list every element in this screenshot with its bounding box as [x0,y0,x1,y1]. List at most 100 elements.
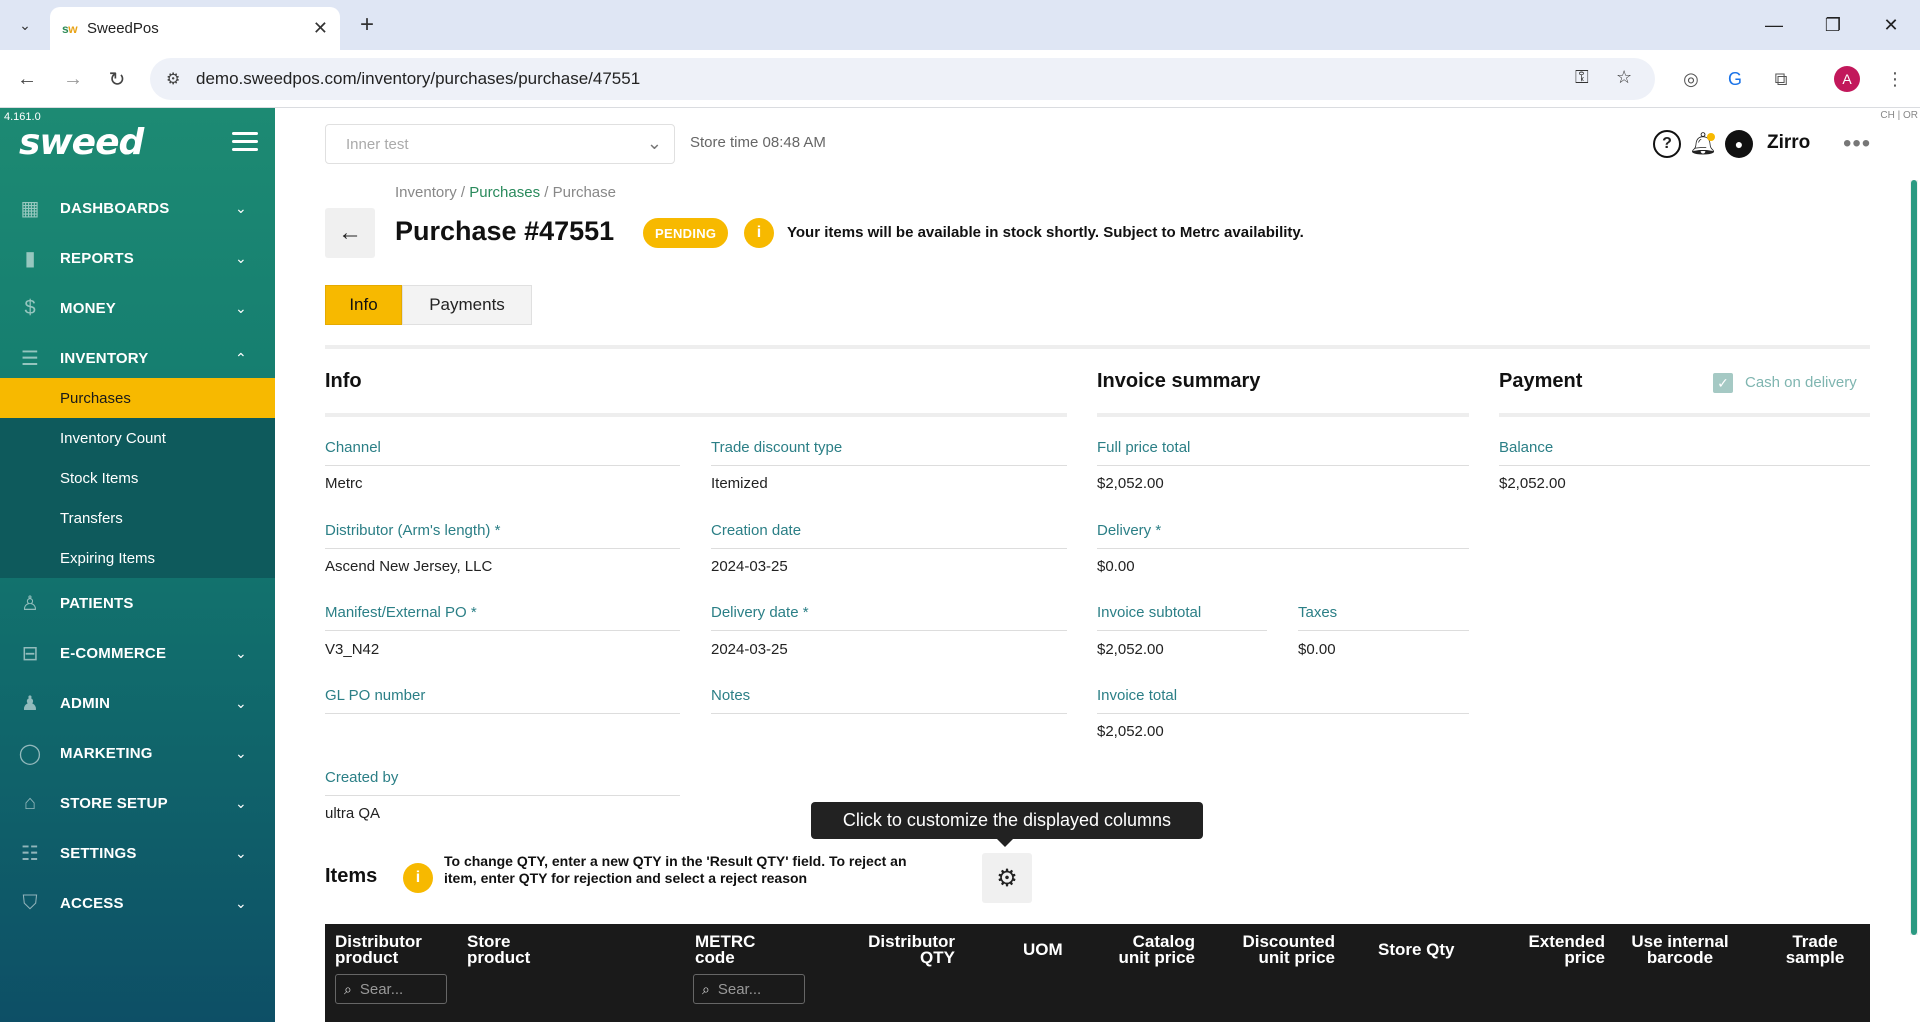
sidebar-subitem-inventory-count[interactable]: Inventory Count [0,418,275,458]
column-header-distributor-product[interactable]: Distributor product [335,933,422,966]
tab-info[interactable]: Info [325,285,402,325]
breadcrumb-inventory[interactable]: Inventory [395,184,457,201]
chevron-down-icon: ⌄ [235,199,247,216]
site-info-icon[interactable]: ⚙ [166,69,180,89]
sliders-icon: ☷ [21,842,39,865]
gl-po-label: GL PO number [325,687,426,704]
manifest-value[interactable]: V3_N42 [325,641,379,658]
store-select[interactable]: Inner test ⌄ [325,124,675,164]
tab-search-chevron-icon[interactable]: ⌄ [10,10,40,40]
main-content: Inventory / Purchases / Purchase ← Purch… [275,180,1920,1022]
sidebar-item-admin[interactable]: ♟ ADMIN ⌄ [0,678,275,728]
more-horizontal-icon[interactable]: ••• [1843,130,1871,158]
column-header-extended-price[interactable]: Extended price [1475,933,1605,966]
sidebar-item-store-setup[interactable]: ⌂ STORE SETUP ⌄ [0,778,275,828]
browser-tab[interactable]: sw SweedPos ✕ [50,7,340,50]
extensions-puzzle-icon[interactable]: ⧉ [1766,64,1796,94]
invoice-total-value: $2,052.00 [1097,723,1164,740]
info-icon: i [403,863,433,893]
chevron-down-icon: ⌄ [235,744,247,761]
info-section-divider [325,413,1067,417]
manifest-label: Manifest/External PO * [325,604,477,621]
sidebar-item-money[interactable]: $ MONEY ⌄ [0,283,275,333]
shopping-bag-icon: ⊟ [21,642,39,665]
customize-columns-button[interactable]: ⚙ [982,853,1032,903]
reload-icon[interactable]: ↻ [100,62,134,96]
column-header-store-product[interactable]: Store product [467,933,530,966]
menu-hamburger-icon[interactable] [232,132,258,152]
tab-divider [325,345,1870,349]
user-avatar-icon[interactable]: ● [1725,130,1753,158]
items-table-header: Distributor product Store product METRC cod… [325,924,1870,1022]
column-header-catalog-unit-price[interactable]: Catalog unit price [1065,933,1195,966]
distributor-product-search-input[interactable]: ⌕ Sear... [335,974,447,1004]
chevron-down-icon: ⌄ [235,644,247,661]
column-header-uom[interactable]: UOM [1023,941,1063,958]
sidebar-item-label: DASHBOARDS [60,199,170,217]
back-arrow-icon[interactable]: ← [10,62,44,96]
sidebar-subitem-stock-items[interactable]: Stock Items [0,458,275,498]
cash-on-delivery-checkbox[interactable]: ✓ [1713,373,1733,393]
bar-chart-icon: ▮ [24,247,36,270]
delivery-date-value[interactable]: 2024-03-25 [711,641,788,658]
sidebar-item-marketing[interactable]: ◯ MARKETING ⌄ [0,728,275,778]
inventory-submenu: Purchases Inventory Count Stock Items Tr… [0,378,275,578]
sidebar-item-label: MARKETING [60,744,153,762]
status-message: Your items will be available in stock sh… [787,224,1304,241]
column-header-discounted-unit-price[interactable]: Discounted unit price [1195,933,1335,966]
sidebar-item-access[interactable]: ⛉ ACCESS ⌄ [0,878,275,928]
sidebar-item-reports[interactable]: ▮ REPORTS ⌄ [0,233,275,283]
sidebar-item-settings[interactable]: ☷ SETTINGS ⌄ [0,828,275,878]
column-header-metrc-code[interactable]: METRC code [695,933,755,966]
new-tab-plus-icon[interactable]: + [352,10,382,40]
translate-icon[interactable]: G [1720,64,1750,94]
user-name[interactable]: Zirro [1767,132,1810,154]
scrollbar[interactable] [1910,180,1918,935]
taxes-value: $0.00 [1298,641,1336,658]
help-icon[interactable]: ? [1653,130,1681,158]
sidebar-item-label: E-COMMERCE [60,644,167,662]
password-key-icon[interactable]: ⚿ [1575,67,1589,88]
sidebar-subitem-expiring-items[interactable]: Expiring Items [0,538,275,578]
column-header-distributor-qty[interactable]: Distributor QTY [835,933,955,966]
delivery-value[interactable]: $0.00 [1097,558,1135,575]
notes-field[interactable] [711,713,1067,714]
sidebar-subitem-transfers[interactable]: Transfers [0,498,275,538]
minimize-icon[interactable]: — [1749,0,1799,50]
gl-po-field[interactable] [325,713,680,714]
balance-value: $2,052.00 [1499,475,1566,492]
column-header-use-internal-barcode[interactable]: Use internal barcode [1615,933,1745,966]
tooltip-arrow [997,839,1013,847]
breadcrumb-current: Purchase [552,184,616,201]
items-section-title: Items [325,865,378,887]
notification-dot [1707,133,1715,141]
chevron-down-icon: ⌄ [235,299,247,316]
sweed-logo[interactable]: sweed [19,122,144,163]
profile-avatar[interactable]: A [1834,66,1860,92]
column-header-store-qty[interactable]: Store Qty [1378,941,1455,958]
home-icon: ⌂ [23,791,37,814]
sidebar-item-patients[interactable]: ♙ PATIENTS [0,578,275,628]
sidebar-item-ecommerce[interactable]: ⊟ E-COMMERCE ⌄ [0,628,275,678]
tab-close-icon[interactable]: ✕ [313,18,328,39]
restore-icon[interactable]: ❐ [1808,0,1858,50]
address-bar[interactable]: ⚙ demo.sweedpos.com/inventory/purchases/… [150,58,1655,100]
info-icon: i [744,218,774,248]
metrc-code-search-input[interactable]: ⌕ Sear... [693,974,805,1004]
chevron-down-icon: ⌄ [235,794,247,811]
sidebar-item-inventory[interactable]: ☰ INVENTORY ⌃ [0,333,275,383]
sidebar-item-label: SETTINGS [60,844,137,862]
distributor-value[interactable]: Ascend New Jersey, LLC [325,558,492,575]
breadcrumb-purchases[interactable]: Purchases [469,184,540,201]
back-button[interactable]: ← [325,208,375,258]
column-header-trade-sample[interactable]: Trade sample [1765,933,1865,966]
extension-icon[interactable]: ◎ [1676,64,1706,94]
creation-date-value: 2024-03-25 [711,558,788,575]
bookmark-star-icon[interactable]: ☆ [1616,67,1632,88]
sidebar-item-dashboards[interactable]: ▦ DASHBOARDS ⌄ [0,183,275,233]
forward-arrow-icon[interactable]: → [56,62,90,96]
browser-menu-icon[interactable]: ⋮ [1880,64,1910,94]
tab-payments[interactable]: Payments [402,285,532,325]
sidebar-subitem-purchases[interactable]: Purchases [0,378,275,418]
window-close-icon[interactable]: ✕ [1866,0,1916,50]
